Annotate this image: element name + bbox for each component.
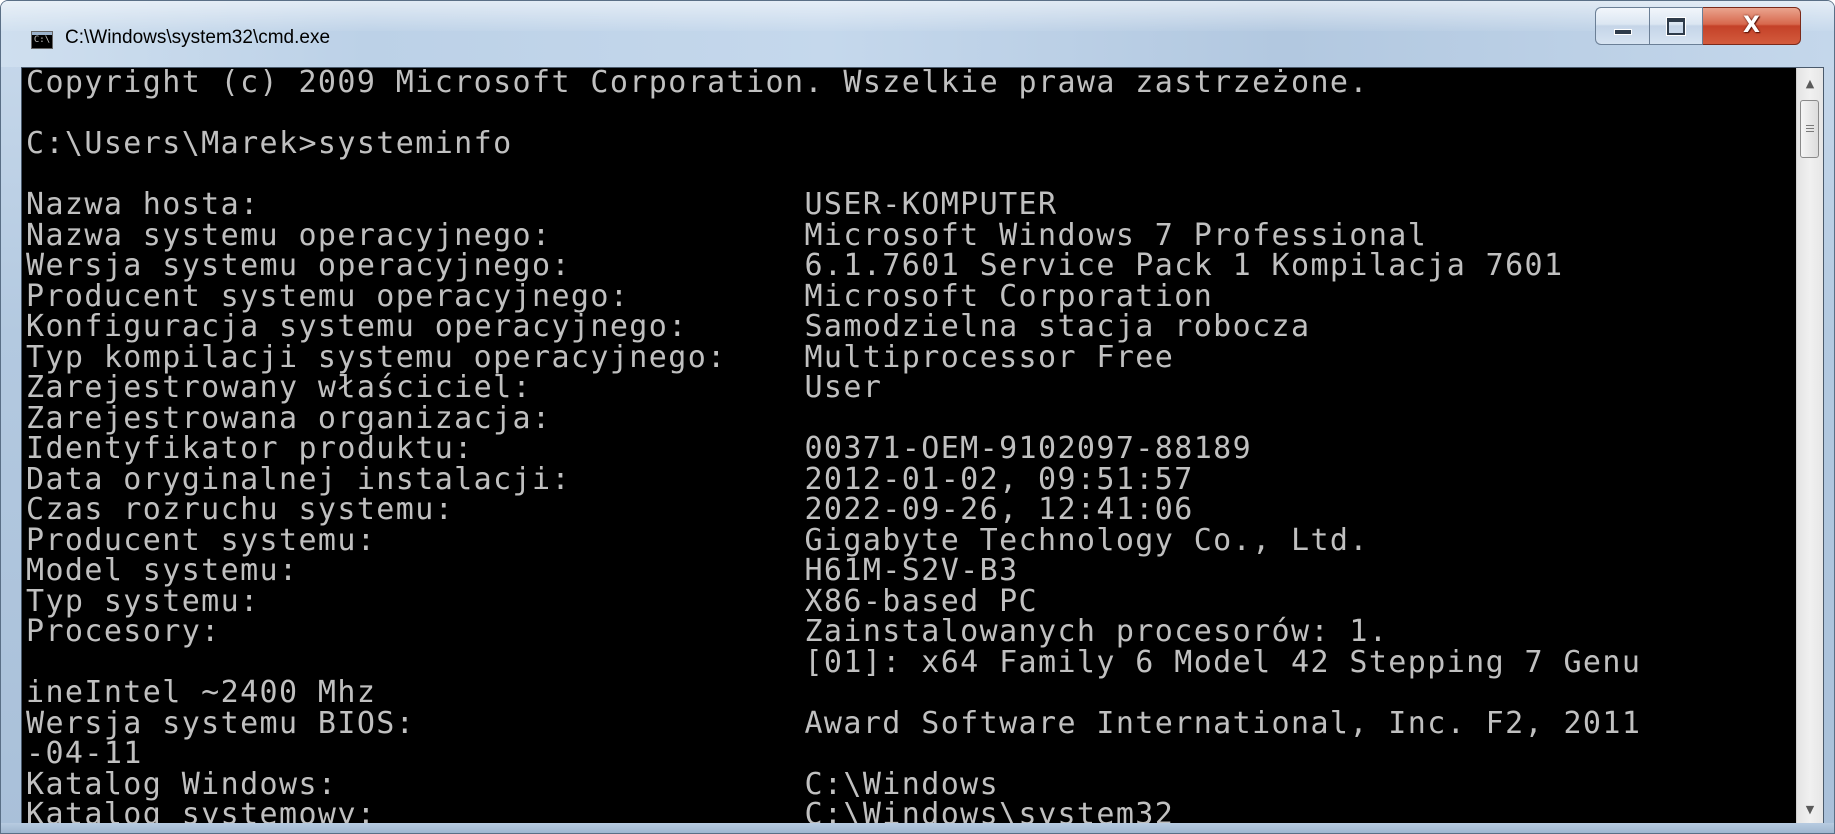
title-bar[interactable]: C:\ C:\Windows\system32\cmd.exe X: [1, 1, 1834, 67]
scroll-up-arrow-icon[interactable]: ▲: [1797, 68, 1823, 98]
console-line: -04-11: [26, 736, 143, 771]
console-line: Copyright (c) 2009 Microsoft Corporation…: [26, 68, 1369, 100]
close-button[interactable]: X: [1703, 7, 1801, 45]
cmd-icon[interactable]: C:\: [31, 31, 53, 49]
vertical-scrollbar[interactable]: ▲ ▼: [1796, 68, 1823, 824]
console-line: Identyfikator produktu: 00371-OEM-910209…: [26, 431, 1253, 466]
console-line: Typ kompilacji systemu operacyjnego: Mul…: [26, 339, 1175, 375]
scrollbar-grip-icon: [1805, 125, 1814, 133]
console-line: Czas rozruchu systemu: 2022-09-26, 12:41…: [26, 492, 1194, 527]
console-line: Wersja systemu operacyjnego: 6.1.7601 Se…: [26, 248, 1564, 283]
close-icon: X: [1743, 13, 1760, 38]
console-line: C:\Users\Marek>systeminfo: [26, 126, 513, 161]
console-line: Zarejestrowana organizacja:: [26, 400, 552, 436]
console-area[interactable]: Copyright (c) 2009 Microsoft Corporation…: [21, 67, 1824, 825]
console-line: Wersja systemu BIOS: Award Software Inte…: [26, 705, 1642, 741]
maximize-button[interactable]: [1649, 7, 1703, 45]
console-line: Data oryginalnej instalacji: 2012-01-02,…: [26, 461, 1194, 497]
console-line: Producent systemu: Gigabyte Technology C…: [26, 522, 1369, 558]
console-line: Producent systemu operacyjnego: Microsof…: [26, 278, 1214, 314]
console-line: Katalog Windows: C:\Windows: [26, 766, 1000, 802]
window-bottom-border: [1, 823, 1834, 833]
console-line: Typ systemu: X86-based PC: [26, 583, 1038, 619]
scrollbar-thumb[interactable]: [1800, 100, 1819, 158]
minimize-icon: [1613, 29, 1632, 35]
console-line: Model systemu: H61M-S2V-B3: [26, 553, 1019, 588]
console-line: Katalog systemowy: C:\Windows\system32: [26, 797, 1175, 824]
console-line: [01]: x64 Family 6 Model 42 Stepping 7 G…: [26, 644, 1642, 680]
cmd-window: C:\ C:\Windows\system32\cmd.exe X Copyri…: [0, 0, 1835, 834]
window-title: C:\Windows\system32\cmd.exe: [65, 27, 331, 48]
console-line: ineIntel ~2400 Mhz: [26, 675, 377, 710]
console-line: Konfiguracja systemu operacyjnego: Samod…: [26, 309, 1311, 344]
scroll-down-arrow-icon[interactable]: ▼: [1797, 794, 1823, 824]
console-line: Nazwa hosta: USER-KOMPUTER: [26, 187, 1058, 222]
console-line: Procesory: Zainstalowanych procesorów: 1…: [26, 614, 1389, 649]
window-controls: X: [1595, 7, 1801, 47]
minimize-button[interactable]: [1595, 7, 1649, 45]
console-line: Nazwa systemu operacyjnego: Microsoft Wi…: [26, 217, 1428, 253]
maximize-icon: [1667, 17, 1685, 35]
console-line: Zarejestrowany właściciel: User: [26, 370, 883, 405]
console-output[interactable]: Copyright (c) 2009 Microsoft Corporation…: [26, 68, 1796, 824]
